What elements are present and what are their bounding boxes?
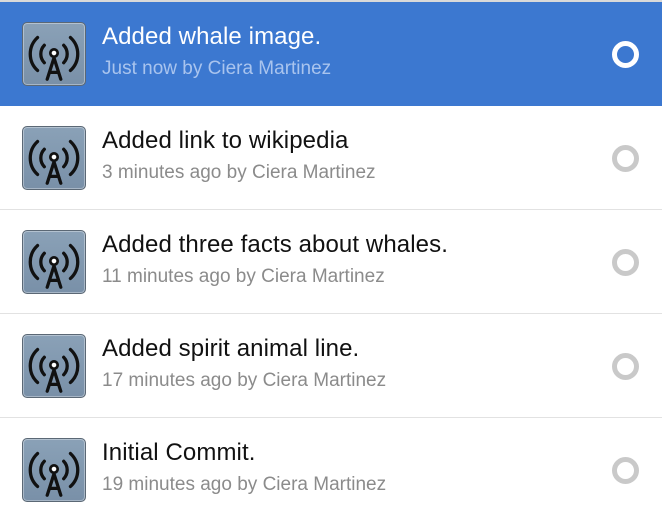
- commit-message: Added spirit animal line.: [102, 335, 360, 362]
- commit-meta: Just now by Ciera Martinez: [102, 58, 331, 80]
- broadcast-antenna-icon: [22, 334, 86, 398]
- commit-row-5[interactable]: Initial Commit. 19 minutes ago by Ciera …: [0, 418, 662, 520]
- commit-author: Ciera Martinez: [252, 162, 376, 183]
- commit-select-radio[interactable]: [612, 145, 639, 172]
- commit-message: Added whale image.: [102, 23, 322, 50]
- commit-time: 3 minutes ago: [102, 162, 222, 183]
- commit-author: Ciera Martinez: [262, 370, 387, 391]
- commit-message: Initial Commit.: [102, 439, 256, 466]
- commit-meta: 3 minutes ago by Ciera Martinez: [102, 162, 376, 184]
- commit-select-radio[interactable]: [612, 457, 639, 484]
- commit-author: Ciera Martinez: [262, 474, 387, 495]
- commit-by-label: by: [226, 162, 247, 183]
- broadcast-antenna-icon: [22, 438, 86, 502]
- commit-meta: 17 minutes ago by Ciera Martinez: [102, 370, 386, 392]
- commit-row-1[interactable]: Added whale image. Just now by Ciera Mar…: [0, 2, 662, 106]
- commit-row-2[interactable]: Added link to wikipedia 3 minutes ago by…: [0, 106, 662, 210]
- commit-by-label: by: [237, 370, 258, 391]
- commit-author: Ciera Martinez: [261, 266, 385, 287]
- broadcast-antenna-icon: [22, 22, 86, 86]
- commit-by-label: by: [182, 58, 203, 79]
- commit-time: 17 minutes ago: [102, 370, 232, 391]
- commit-author: Ciera Martinez: [207, 58, 332, 79]
- commit-meta: 19 minutes ago by Ciera Martinez: [102, 474, 386, 496]
- commit-time: 19 minutes ago: [102, 474, 232, 495]
- commit-by-label: by: [237, 474, 258, 495]
- broadcast-antenna-icon: [22, 230, 86, 294]
- commit-time: Just now: [102, 58, 177, 79]
- broadcast-antenna-icon: [22, 126, 86, 190]
- commit-message: Added link to wikipedia: [102, 127, 349, 154]
- commit-history-list: Added whale image. Just now by Ciera Mar…: [0, 0, 662, 520]
- commit-select-radio[interactable]: [612, 249, 639, 276]
- commit-row-4[interactable]: Added spirit animal line. 17 minutes ago…: [0, 314, 662, 418]
- commit-time: 11 minutes ago: [102, 266, 231, 287]
- commit-select-radio[interactable]: [612, 41, 639, 68]
- commit-meta: 11 minutes ago by Ciera Martinez: [102, 266, 385, 288]
- commit-by-label: by: [235, 266, 256, 287]
- commit-row-3[interactable]: Added three facts about whales. 11 minut…: [0, 210, 662, 314]
- commit-message: Added three facts about whales.: [102, 231, 448, 258]
- commit-select-radio[interactable]: [612, 353, 639, 380]
